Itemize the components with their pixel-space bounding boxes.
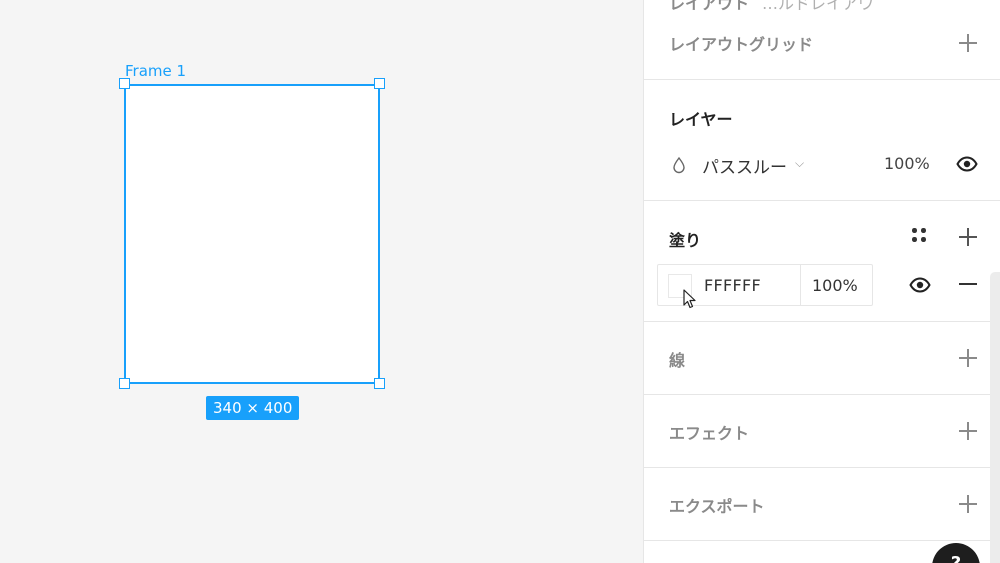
add-fill-icon[interactable] [959, 228, 977, 246]
chevron-down-icon[interactable]: ⌵ [795, 156, 804, 171]
stroke-section: 線 [644, 322, 1000, 395]
add-stroke-icon[interactable] [959, 349, 977, 367]
mouse-cursor-icon [683, 289, 696, 309]
frame[interactable] [124, 84, 380, 384]
add-layout-grid-icon[interactable] [959, 34, 977, 52]
stroke-title: 線 [669, 351, 686, 370]
layer-title: レイヤー [669, 110, 733, 129]
export-title: エクスポート [669, 497, 765, 516]
styles-icon[interactable] [912, 228, 930, 246]
layout-grid-title: レイアウトグリッド [669, 35, 814, 54]
layout-grid-section: レイアウトグリッド [644, 0, 1000, 80]
remove-fill-icon[interactable] [959, 283, 977, 285]
blend-mode-row: パススルー ⌵ 100% [644, 150, 1000, 180]
layer-section: レイヤー [644, 80, 1000, 201]
divider [800, 265, 801, 305]
effect-section: エフェクト [644, 395, 1000, 468]
drop-icon [673, 156, 685, 174]
canvas[interactable]: Frame 1 340 × 400 [0, 0, 643, 563]
size-badge: 340 × 400 [206, 396, 300, 420]
layer-opacity-input[interactable]: 100% [884, 154, 930, 173]
fill-opacity-input[interactable]: 100% [812, 276, 858, 295]
hex-input[interactable]: FFFFFF [704, 276, 761, 295]
eye-icon[interactable] [956, 153, 978, 175]
add-export-icon[interactable] [959, 495, 977, 513]
frame-label[interactable]: Frame 1 [125, 62, 186, 80]
fill-title: 塗り [669, 231, 702, 250]
help-label: ? [932, 553, 980, 563]
effect-title: エフェクト [669, 424, 750, 443]
export-section: エクスポート [644, 468, 1000, 541]
resize-handle-bottom-left[interactable] [119, 378, 130, 389]
scrollbar[interactable] [990, 272, 1000, 563]
add-effect-icon[interactable] [959, 422, 977, 440]
resize-handle-top-left[interactable] [119, 78, 130, 89]
properties-panel: レイアウト …ルドレイアウ レイアウトグリッド レイヤー パススルー ⌵ 100… [643, 0, 1000, 563]
resize-handle-bottom-right[interactable] [374, 378, 385, 389]
fill-eye-icon[interactable] [909, 274, 931, 296]
resize-handle-top-right[interactable] [374, 78, 385, 89]
blend-mode-select[interactable]: パススルー [702, 153, 787, 178]
